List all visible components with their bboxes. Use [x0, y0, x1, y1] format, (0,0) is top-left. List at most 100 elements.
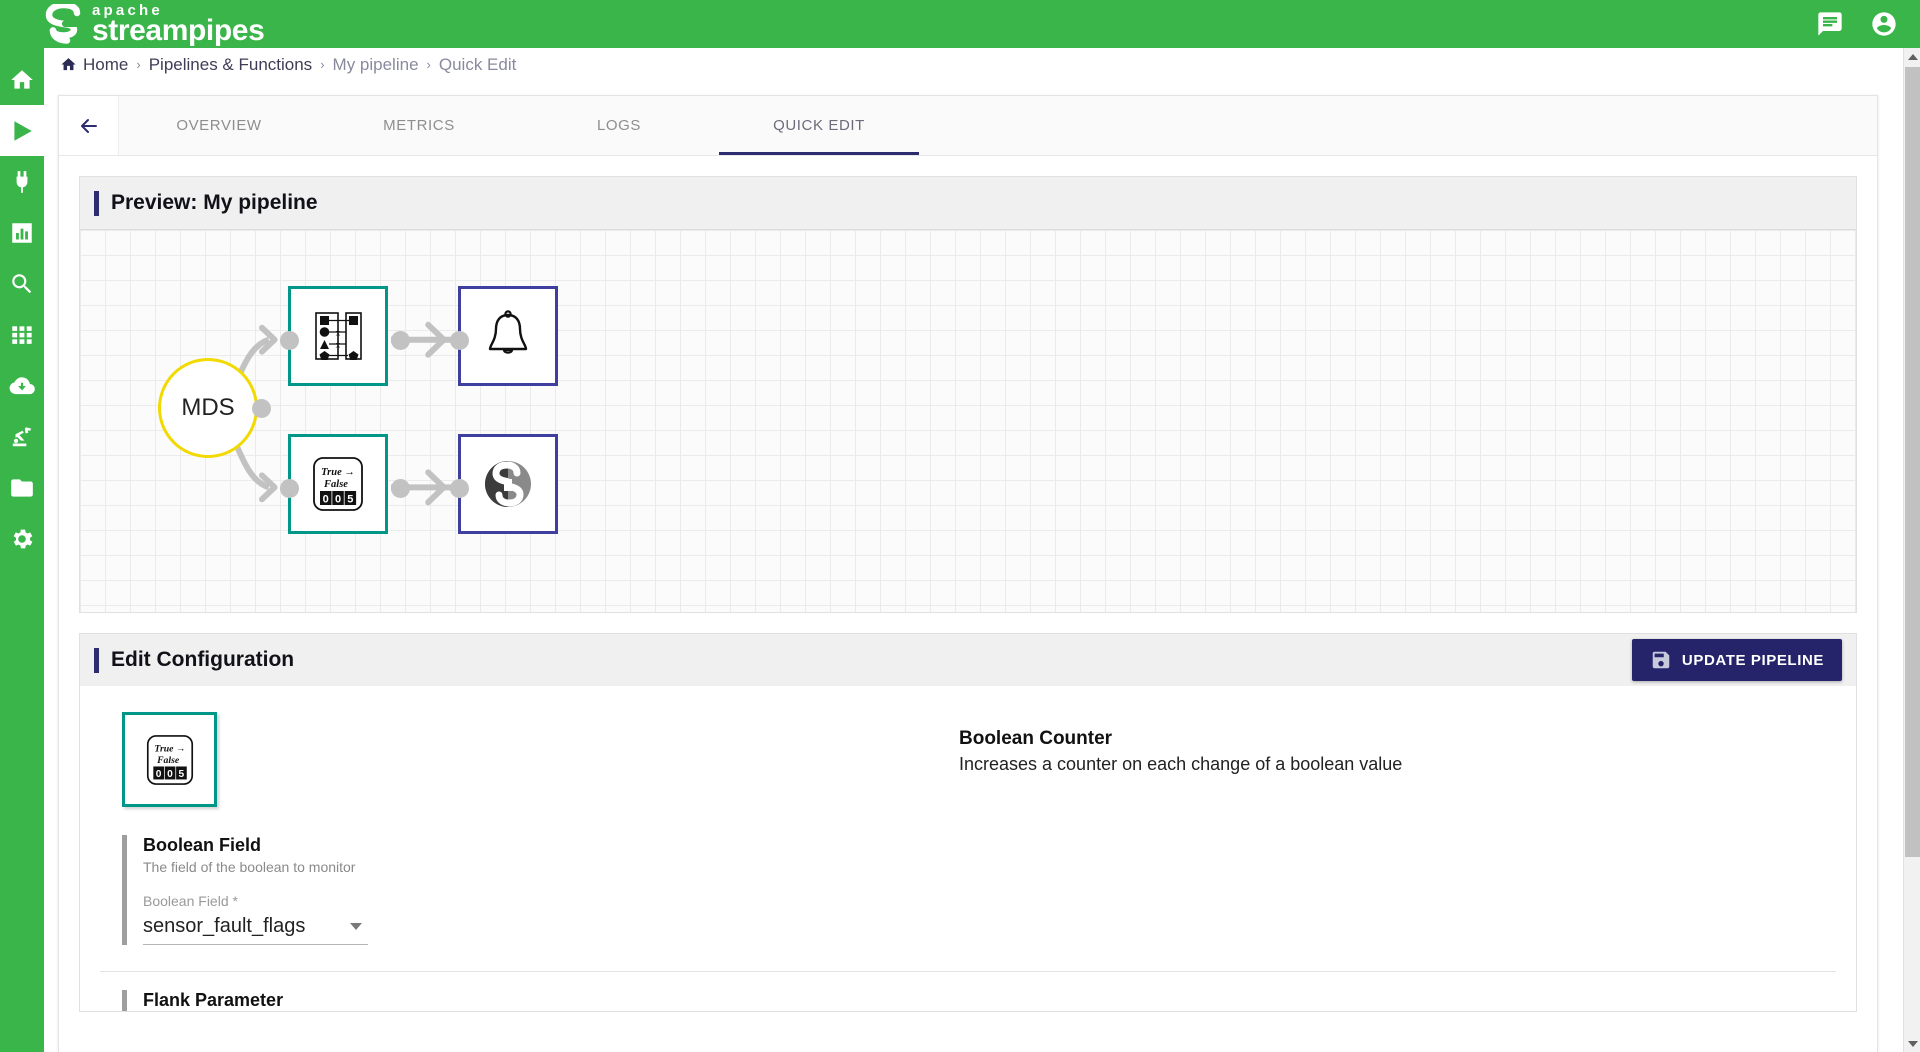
section-divider [100, 971, 1836, 972]
messages-icon[interactable] [1816, 10, 1844, 38]
port-processor1-output[interactable] [391, 331, 410, 350]
update-pipeline-button[interactable]: UPDATE PIPELINE [1632, 639, 1842, 681]
field-hint: The field of the boolean to monitor [143, 859, 822, 875]
pipeline-node-source-mds[interactable]: MDS [158, 358, 258, 458]
sidebar-item-data-explorer[interactable] [0, 258, 44, 309]
svg-text:x: x [336, 340, 341, 350]
sidebar-item-apps[interactable] [0, 309, 44, 360]
field-group-boolean-field: Boolean Field The field of the boolean t… [122, 835, 822, 945]
breadcrumb-current: Quick Edit [439, 55, 516, 75]
plug-icon [9, 169, 35, 195]
home-icon [60, 56, 77, 73]
preview-panel-header: Preview: My pipeline [80, 177, 1856, 229]
svg-text:0: 0 [155, 769, 161, 780]
main-content-area: Home › Pipelines & Functions › My pipeli… [44, 48, 1920, 1052]
pipeline-preview-canvas[interactable]: MDS [80, 229, 1856, 612]
port-processor1-input[interactable] [280, 331, 299, 350]
tab-logs[interactable]: LOGS [519, 96, 719, 155]
port-sink1-input[interactable] [450, 331, 469, 350]
pipeline-node-processor-boolean-counter[interactable]: True → False 0 0 5 [288, 434, 388, 534]
scroll-up-arrow-icon[interactable] [1904, 48, 1920, 65]
scroll-down-arrow-icon[interactable] [1904, 1035, 1920, 1052]
streampipes-logo-icon [44, 4, 88, 44]
apps-grid-icon [9, 322, 35, 348]
sidebar-item-dashboard[interactable] [0, 207, 44, 258]
port-processor2-input[interactable] [280, 479, 299, 498]
breadcrumb-separator: › [136, 57, 140, 72]
sidebar-item-assets[interactable] [0, 411, 44, 462]
search-icon [9, 271, 35, 297]
tab-label: OVERVIEW [176, 117, 261, 134]
topbar-actions [1816, 0, 1898, 48]
chevron-down-icon [350, 923, 362, 930]
svg-text:True →: True → [154, 743, 185, 754]
tab-overview[interactable]: OVERVIEW [119, 96, 319, 155]
port-sink2-input[interactable] [450, 479, 469, 498]
boolean-field-select-wrap: Boolean Field * sensor_fault_flags [143, 893, 368, 945]
gear-icon [9, 526, 35, 552]
edit-configuration-panel: Edit Configuration UPDATE PIPELINE True … [79, 633, 1857, 1012]
port-source-output[interactable] [252, 399, 271, 418]
tab-label: METRICS [383, 117, 455, 134]
boolean-field-select-label: Boolean Field * [143, 893, 368, 909]
page-scrollbar[interactable] [1903, 48, 1920, 1052]
boolean-field-select[interactable]: sensor_fault_flags [143, 915, 368, 945]
svg-text:5: 5 [178, 769, 184, 780]
breadcrumb: Home › Pipelines & Functions › My pipeli… [44, 48, 1920, 81]
arrow-left-icon [77, 114, 101, 138]
left-sidebar [0, 48, 44, 1052]
sidebar-item-install[interactable] [0, 360, 44, 411]
tab-label: QUICK EDIT [773, 117, 865, 134]
sidebar-item-connect[interactable] [0, 156, 44, 207]
boolean-counter-icon: True → False 0 0 5 [311, 455, 365, 513]
element-name: Boolean Counter [959, 728, 1402, 750]
boolean-field-selected-value: sensor_fault_flags [143, 915, 305, 938]
tab-quick-edit[interactable]: QUICK EDIT [719, 96, 919, 155]
svg-text:0: 0 [323, 494, 329, 506]
node-label: MDS [181, 394, 234, 422]
pipeline-node-sink-notification[interactable] [458, 286, 558, 386]
breadcrumb-pipelines-functions[interactable]: Pipelines & Functions [149, 55, 312, 75]
pipeline-node-processor-field-mapper[interactable]: x x [288, 286, 388, 386]
edit-configuration-body: True → False 0 0 5 Boolean Counter Incre [80, 686, 1856, 1011]
field-mapper-icon: x x [310, 308, 366, 364]
tab-label: LOGS [597, 117, 641, 134]
play-icon [9, 118, 35, 144]
tab-metrics[interactable]: METRICS [319, 96, 519, 155]
robot-arm-icon [9, 424, 35, 450]
title-accent-bar [94, 648, 99, 673]
svg-text:0: 0 [335, 494, 341, 506]
account-icon[interactable] [1870, 10, 1898, 38]
sidebar-item-pipelines[interactable] [0, 105, 44, 156]
svg-text:5: 5 [347, 494, 353, 506]
streampipes-s-icon [481, 457, 535, 511]
scrollbar-thumb[interactable] [1905, 67, 1920, 857]
sidebar-item-configuration[interactable] [0, 513, 44, 564]
element-summary-row: True → False 0 0 5 Boolean Counter Incre [80, 712, 1856, 807]
breadcrumb-my-pipeline[interactable]: My pipeline [333, 55, 419, 75]
pipeline-details-card: OVERVIEW METRICS LOGS QUICK EDIT Preview… [58, 95, 1878, 1052]
pipeline-node-sink-data-lake[interactable] [458, 434, 558, 534]
tab-bar: OVERVIEW METRICS LOGS QUICK EDIT [59, 96, 1877, 156]
svg-text:False: False [156, 754, 180, 765]
breadcrumb-separator: › [427, 57, 431, 72]
back-button[interactable] [59, 96, 119, 155]
sidebar-item-files[interactable] [0, 462, 44, 513]
brand-product-label: streampipes [92, 16, 264, 46]
edit-configuration-title: Edit Configuration [111, 648, 294, 672]
preview-panel: Preview: My pipeline [79, 176, 1857, 613]
svg-text:0: 0 [167, 769, 173, 780]
breadcrumb-home[interactable]: Home [83, 55, 128, 75]
sidebar-item-home[interactable] [0, 54, 44, 105]
home-icon [9, 67, 35, 93]
boolean-counter-icon: True → False 0 0 5 [145, 733, 195, 787]
element-description: Increases a counter on each change of a … [959, 754, 1402, 775]
bell-icon [481, 309, 535, 363]
field-group-flank-parameter: Flank Parameter [122, 990, 1856, 1011]
preview-title: Preview: My pipeline [111, 191, 318, 215]
field-title: Flank Parameter [143, 990, 1856, 1011]
brand-logo-area[interactable]: apache streampipes [44, 2, 264, 46]
cloud-download-icon [9, 373, 35, 399]
element-icon-box: True → False 0 0 5 [122, 712, 217, 807]
port-processor2-output[interactable] [391, 479, 410, 498]
